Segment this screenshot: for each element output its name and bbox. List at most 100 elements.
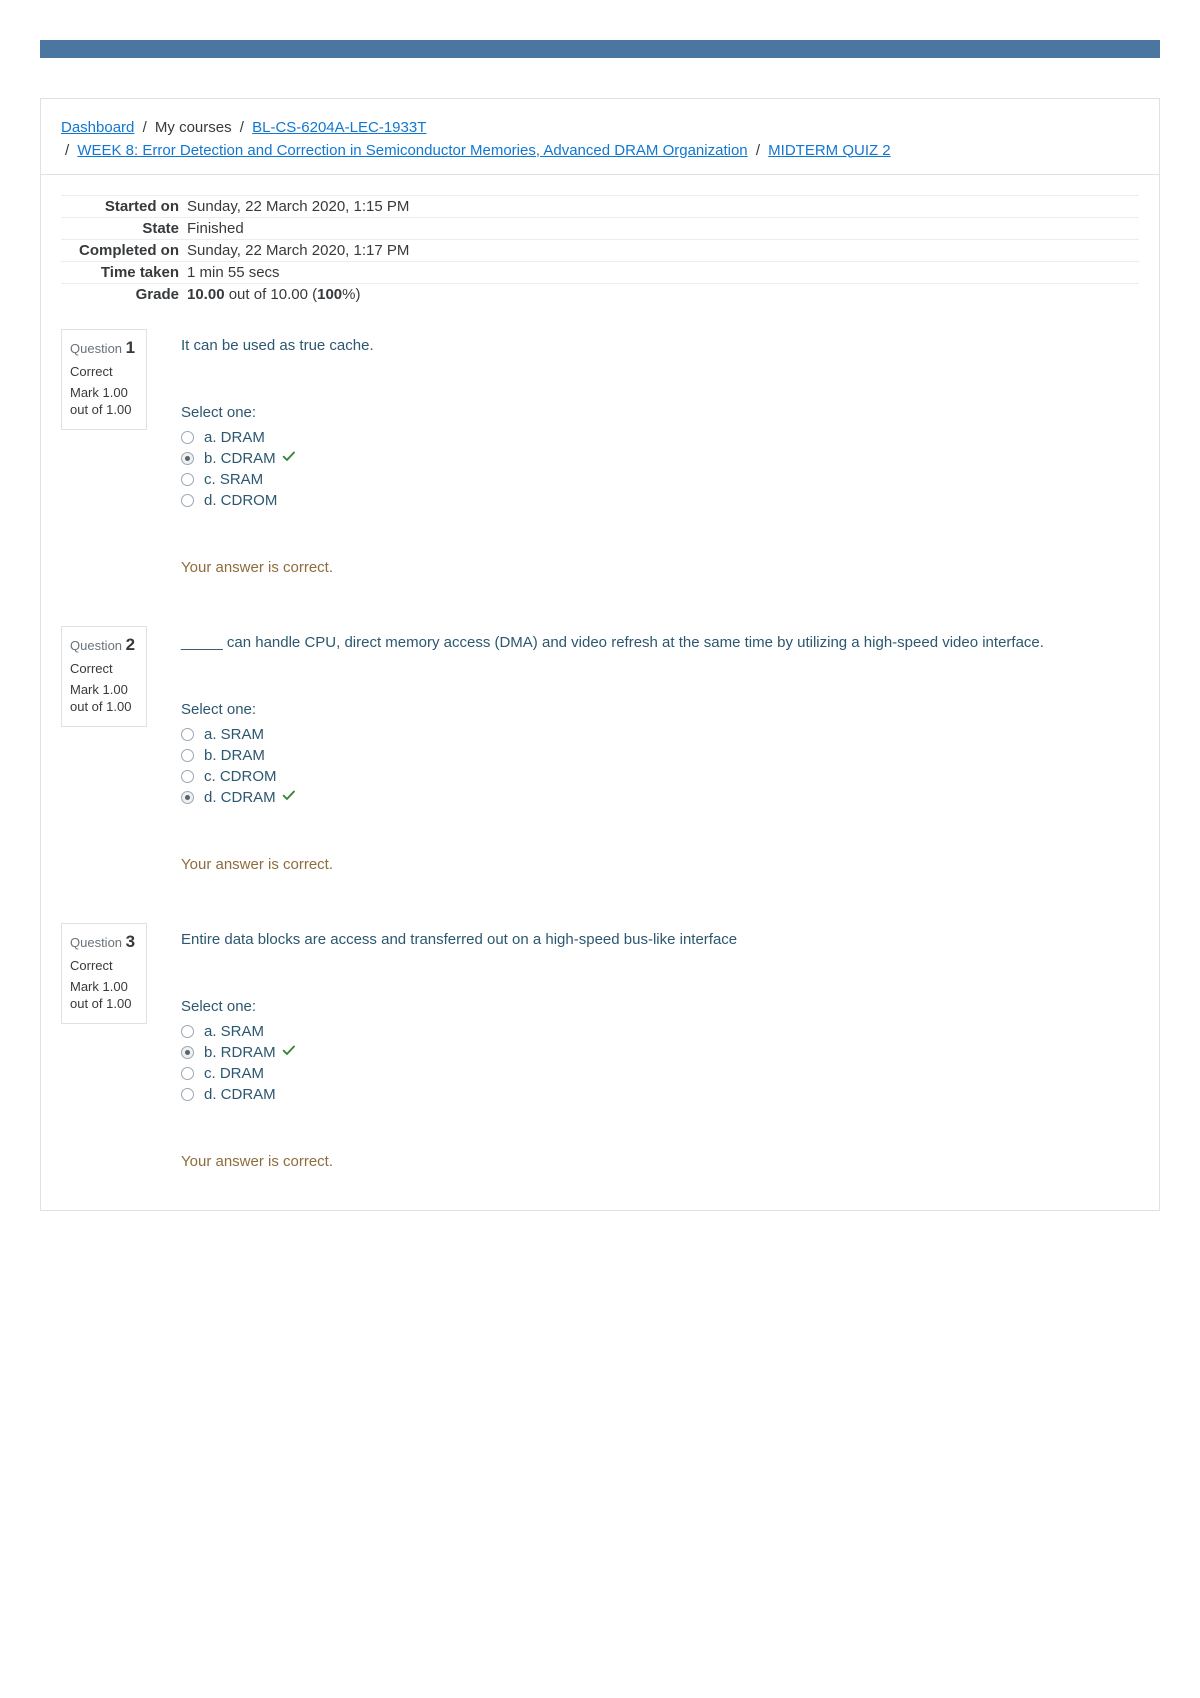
breadcrumb: Dashboard / My courses / BL-CS-6204A-LEC… (41, 99, 1159, 174)
radio-icon[interactable] (181, 494, 194, 507)
breadcrumb-sep: / (752, 142, 764, 159)
answer-label: a. SRAM (204, 1023, 264, 1040)
grade-end: %) (342, 286, 360, 303)
answer-feedback: Your answer is correct. (181, 1153, 1139, 1170)
answer-label: b. RDRAM (204, 1044, 276, 1061)
radio-icon[interactable] (181, 1046, 194, 1059)
select-one-label: Select one: (181, 701, 1139, 718)
question-content: Entire data blocks are access and transf… (181, 923, 1139, 1170)
summary-label: Started on (61, 196, 187, 218)
select-one-label: Select one: (181, 998, 1139, 1015)
grade-middle: out of 10.00 ( (225, 286, 318, 303)
answer-option[interactable]: c. SRAM (181, 469, 1139, 490)
top-bar (40, 40, 1160, 58)
question-text: It can be used as true cache. (181, 329, 1139, 376)
summary-label: State (61, 218, 187, 240)
radio-icon[interactable] (181, 431, 194, 444)
summary-value: 10.00 out of 10.00 (100%) (187, 284, 1139, 306)
radio-icon[interactable] (181, 1088, 194, 1101)
answer-label: c. DRAM (204, 1065, 264, 1082)
summary-value: Finished (187, 218, 1139, 240)
question-info-box: Question 2 Correct Mark 1.00 out of 1.00 (61, 626, 147, 727)
question-content: _____ can handle CPU, direct memory acce… (181, 626, 1139, 873)
breadcrumb-sep: / (61, 142, 73, 159)
question-mark: Mark 1.00 out of 1.00 (70, 385, 138, 419)
summary-label: Completed on (61, 240, 187, 262)
summary-row-grade: Grade 10.00 out of 10.00 (100%) (61, 284, 1139, 306)
answer-label: d. CDRAM (204, 789, 276, 806)
answer-option[interactable]: b. CDRAM (181, 448, 1139, 469)
summary-label: Time taken (61, 262, 187, 284)
radio-icon[interactable] (181, 749, 194, 762)
radio-icon[interactable] (181, 1025, 194, 1038)
check-icon (282, 1044, 297, 1061)
question-label: Question (70, 935, 126, 950)
question-number: 1 (126, 338, 135, 357)
question-mark: Mark 1.00 out of 1.00 (70, 979, 138, 1013)
answer-option[interactable]: a. DRAM (181, 427, 1139, 448)
question-label: Question (70, 638, 126, 653)
answer-option[interactable]: a. SRAM (181, 1021, 1139, 1042)
summary-row-completed: Completed on Sunday, 22 March 2020, 1:17… (61, 240, 1139, 262)
question-text: Entire data blocks are access and transf… (181, 923, 1139, 970)
radio-icon[interactable] (181, 1067, 194, 1080)
answer-label: b. DRAM (204, 747, 265, 764)
questions-container: Question 1 Correct Mark 1.00 out of 1.00 It… (41, 319, 1159, 1210)
answer-option[interactable]: c. DRAM (181, 1063, 1139, 1084)
question-block: Question 2 Correct Mark 1.00 out of 1.00 __… (41, 616, 1159, 913)
answer-option[interactable]: b. RDRAM (181, 1042, 1139, 1063)
question-number: 2 (126, 635, 135, 654)
answer-option[interactable]: a. SRAM (181, 724, 1139, 745)
radio-icon[interactable] (181, 473, 194, 486)
answer-option[interactable]: d. CDROM (181, 490, 1139, 511)
answer-feedback: Your answer is correct. (181, 856, 1139, 873)
summary-row-time: Time taken 1 min 55 secs (61, 262, 1139, 284)
question-info-box: Question 1 Correct Mark 1.00 out of 1.00 (61, 329, 147, 430)
summary-value: 1 min 55 secs (187, 262, 1139, 284)
summary-row-started: Started on Sunday, 22 March 2020, 1:15 P… (61, 196, 1139, 218)
breadcrumb-week[interactable]: WEEK 8: Error Detection and Correction i… (77, 142, 747, 159)
answer-label: b. CDRAM (204, 450, 276, 467)
answer-label: c. CDROM (204, 768, 277, 785)
check-icon (282, 789, 297, 806)
divider (41, 174, 1159, 175)
breadcrumb-my-courses: My courses (155, 119, 232, 136)
answer-feedback: Your answer is correct. (181, 559, 1139, 576)
answer-option[interactable]: d. CDRAM (181, 1084, 1139, 1105)
grade-score: 10.00 (187, 286, 225, 303)
question-text: _____ can handle CPU, direct memory acce… (181, 626, 1139, 673)
answer-option[interactable]: b. DRAM (181, 745, 1139, 766)
question-content: It can be used as true cache.Select one:… (181, 329, 1139, 576)
question-mark: Mark 1.00 out of 1.00 (70, 682, 138, 716)
answer-label: d. CDROM (204, 492, 277, 509)
answer-option[interactable]: d. CDRAM (181, 787, 1139, 808)
question-block: Question 3 Correct Mark 1.00 out of 1.00 En… (41, 913, 1159, 1210)
answer-option[interactable]: c. CDROM (181, 766, 1139, 787)
grade-pct: 100 (317, 286, 342, 303)
summary-value: Sunday, 22 March 2020, 1:15 PM (187, 196, 1139, 218)
question-state: Correct (70, 958, 138, 973)
breadcrumb-sep: / (236, 119, 248, 136)
answer-label: a. SRAM (204, 726, 264, 743)
radio-icon[interactable] (181, 770, 194, 783)
question-info-box: Question 3 Correct Mark 1.00 out of 1.00 (61, 923, 147, 1024)
breadcrumb-course[interactable]: BL-CS-6204A-LEC-1933T (252, 119, 426, 136)
summary-label: Grade (61, 284, 187, 306)
answer-label: d. CDRAM (204, 1086, 276, 1103)
check-icon (282, 450, 297, 467)
radio-icon[interactable] (181, 791, 194, 804)
answer-label: a. DRAM (204, 429, 265, 446)
summary-row-state: State Finished (61, 218, 1139, 240)
answer-label: c. SRAM (204, 471, 263, 488)
question-label: Question (70, 341, 126, 356)
summary-value: Sunday, 22 March 2020, 1:17 PM (187, 240, 1139, 262)
breadcrumb-dashboard[interactable]: Dashboard (61, 119, 134, 136)
breadcrumb-quiz[interactable]: MIDTERM QUIZ 2 (768, 142, 891, 159)
radio-icon[interactable] (181, 452, 194, 465)
question-number: 3 (126, 932, 135, 951)
question-state: Correct (70, 364, 138, 379)
question-block: Question 1 Correct Mark 1.00 out of 1.00 It… (41, 319, 1159, 616)
quiz-summary-table: Started on Sunday, 22 March 2020, 1:15 P… (61, 195, 1139, 305)
question-state: Correct (70, 661, 138, 676)
radio-icon[interactable] (181, 728, 194, 741)
